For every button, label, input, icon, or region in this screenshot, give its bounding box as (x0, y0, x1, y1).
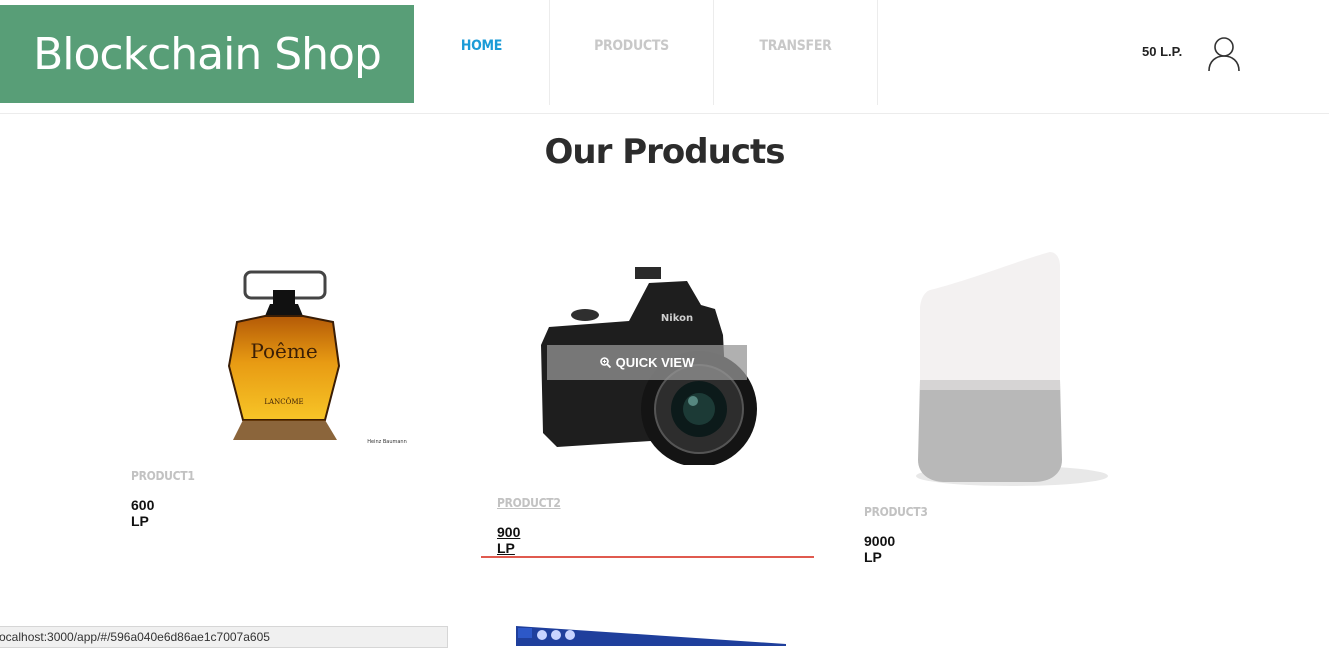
product-price: 9000 LP (864, 533, 896, 565)
nav-transfer[interactable]: TRANSFER (714, 0, 877, 105)
page-title: Our Products (544, 132, 786, 172)
balance-display: 50 L.P. (1142, 44, 1183, 59)
product-price: 600 LP (131, 497, 155, 529)
perfume-brand-text: LANCÔME (264, 397, 303, 406)
hover-underline (481, 556, 814, 558)
camera-brand-text: Nikon (661, 313, 693, 324)
header-divider (0, 113, 1329, 114)
quick-view-label: QUICK VIEW (615, 355, 695, 370)
product-name[interactable]: PRODUCT1 (131, 469, 195, 483)
perfume-bottle-image[interactable]: Poême LANCÔME Heinz Baumann (215, 270, 415, 450)
logo[interactable]: Blockchain Shop (0, 5, 414, 103)
quick-view-button[interactable]: QUICK VIEW (547, 345, 747, 380)
smart-speaker-image[interactable] (910, 250, 1115, 490)
product-name[interactable]: PRODUCT2 (497, 496, 561, 510)
nav-products[interactable]: PRODUCTS (550, 0, 713, 105)
nav-divider (877, 0, 878, 105)
product-name[interactable]: PRODUCT3 (864, 505, 928, 519)
zoom-icon (599, 357, 611, 368)
product-image-partial[interactable] (516, 626, 786, 646)
perfume-label-text: Poême (250, 339, 317, 363)
user-icon[interactable] (1206, 35, 1242, 73)
nav-home[interactable]: HOME (400, 0, 563, 105)
product-price: 900 LP (497, 524, 521, 556)
image-credit-text: Heinz Baumann (367, 439, 407, 445)
